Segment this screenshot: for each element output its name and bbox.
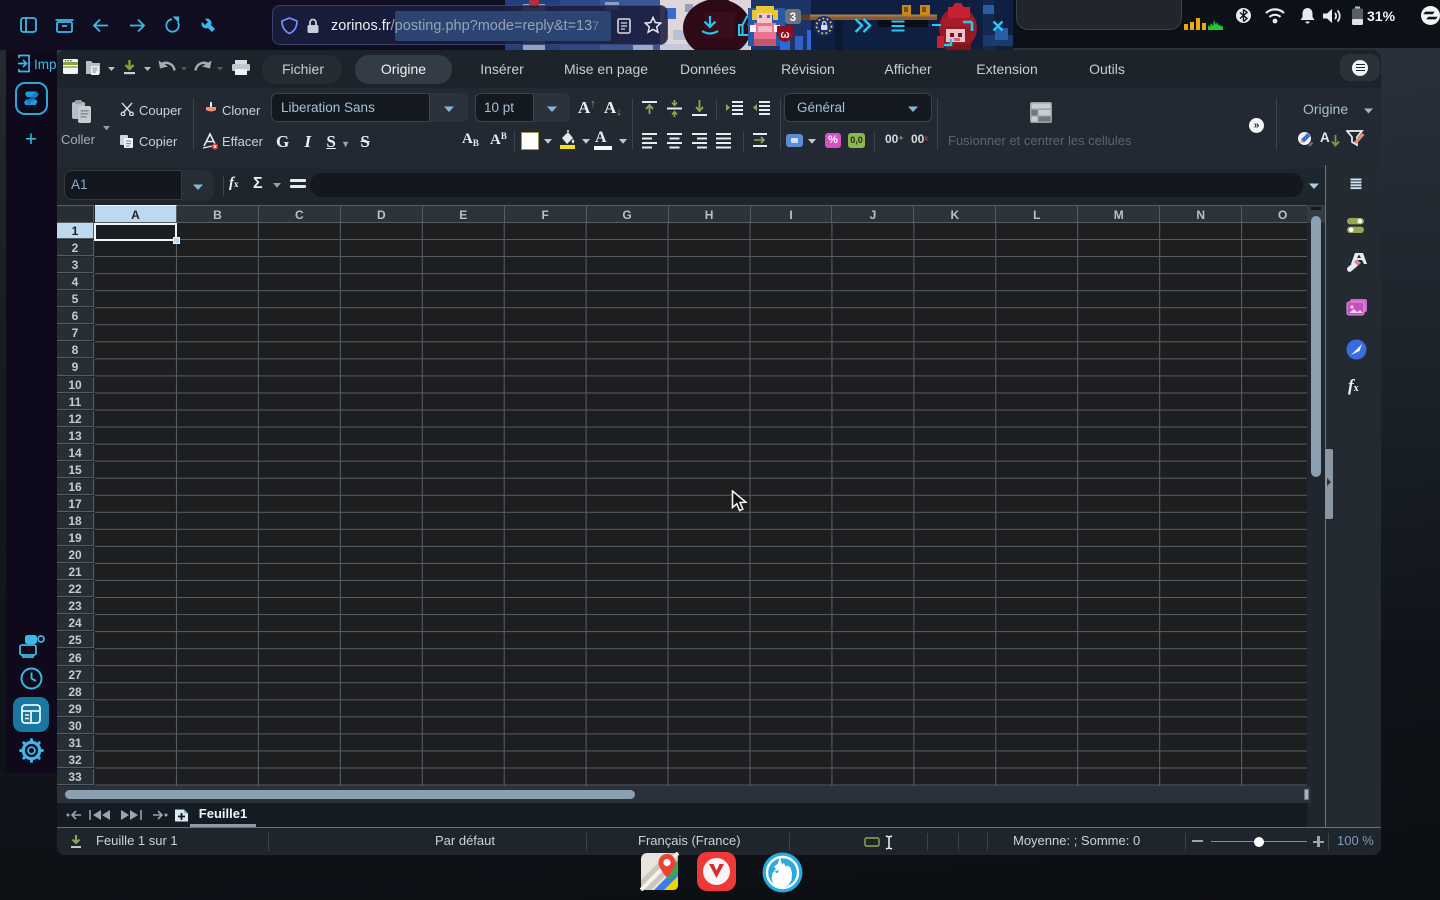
svg-text:Imp: Imp (34, 57, 57, 72)
svg-text:3: 3 (790, 12, 796, 24)
svg-text:ω: ω (780, 29, 789, 41)
